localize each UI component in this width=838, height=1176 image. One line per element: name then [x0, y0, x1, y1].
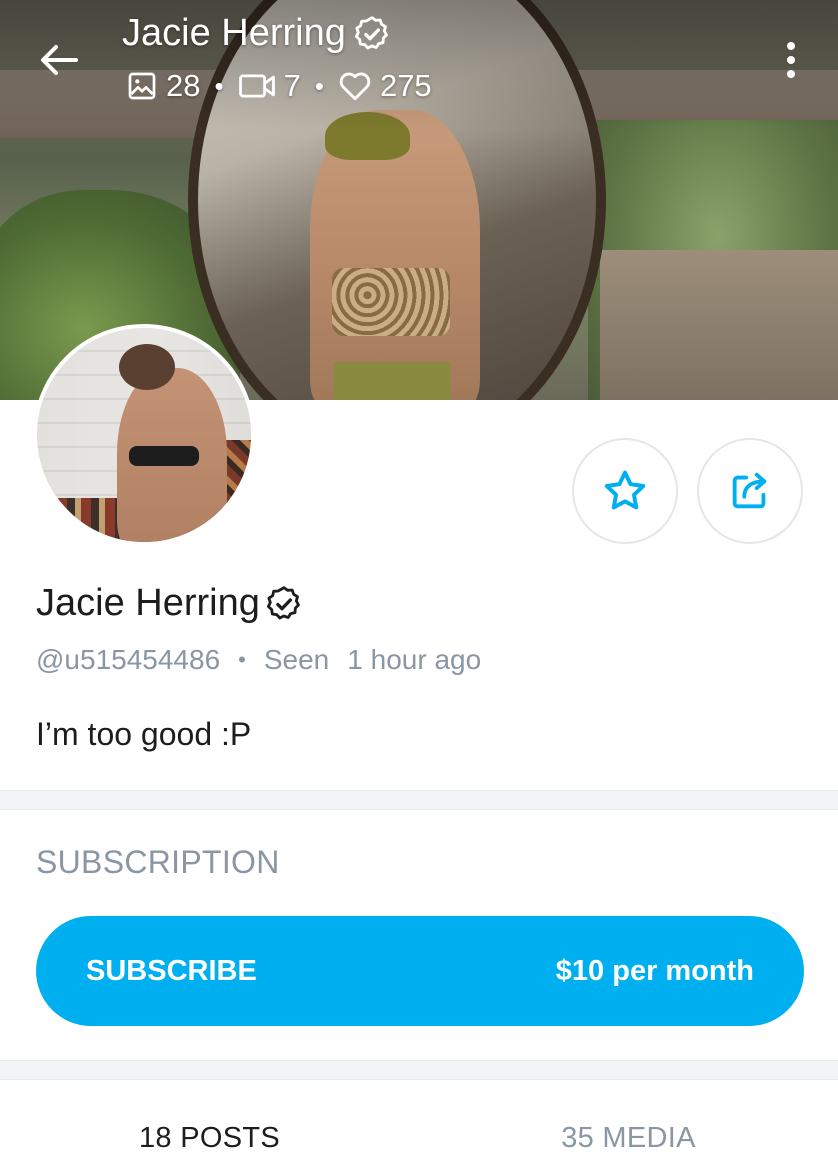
- verified-badge-icon: [354, 15, 388, 49]
- content-tabs: 18 POSTS 35 MEDIA: [0, 1100, 838, 1176]
- back-button[interactable]: [34, 38, 84, 82]
- tab-media[interactable]: 35 MEDIA: [419, 1100, 838, 1176]
- videos-count-value: 7: [283, 68, 301, 103]
- profile-page: Jacie Herring 28 • 7 • 275 Jacie Herring…: [0, 0, 838, 1176]
- share-icon: [732, 472, 767, 509]
- profile-name: Jacie Herring: [36, 582, 304, 625]
- videos-count: 7: [238, 68, 301, 104]
- stats-separator: •: [214, 70, 224, 101]
- stats-separator: •: [314, 70, 324, 101]
- photos-count: 28: [126, 68, 200, 104]
- share-button[interactable]: [697, 438, 803, 544]
- photos-count-value: 28: [166, 68, 201, 103]
- subscribe-label: SUBSCRIBE: [86, 954, 257, 987]
- tab-posts[interactable]: 18 POSTS: [0, 1100, 419, 1176]
- header-stats: 28 • 7 • 275: [126, 68, 432, 104]
- verified-badge-icon: [266, 585, 300, 619]
- likes-count-value: 275: [379, 68, 432, 103]
- username: @u515454486: [36, 644, 221, 675]
- likes-count: 275: [338, 68, 432, 104]
- star-icon: [604, 470, 646, 510]
- subscribe-button[interactable]: SUBSCRIBE $10 per month: [36, 916, 804, 1026]
- more-vertical-icon: [787, 42, 795, 50]
- video-icon: [238, 74, 275, 98]
- header-title: Jacie Herring: [122, 12, 392, 55]
- add-to-favorites-button[interactable]: [572, 438, 678, 544]
- avatar[interactable]: [33, 324, 255, 546]
- profile-bio: I’m too good :P: [36, 716, 252, 752]
- more-options-button[interactable]: [770, 36, 812, 84]
- arrow-left-icon: [41, 45, 78, 75]
- heart-icon: [339, 72, 371, 101]
- meta-separator: •: [238, 647, 246, 672]
- last-seen-time: 1 hour ago: [347, 644, 482, 675]
- profile-meta: @u515454486 • Seen 1 hour ago: [36, 644, 481, 676]
- subscription-section-title: SUBSCRIPTION: [36, 844, 280, 880]
- image-icon: [128, 72, 156, 100]
- section-divider: [0, 1060, 838, 1080]
- profile-name-text: Jacie Herring: [36, 582, 260, 624]
- header-name: Jacie Herring: [122, 12, 346, 54]
- last-seen-label: Seen: [263, 644, 330, 675]
- subscription-price: $10 per month: [555, 954, 754, 987]
- section-divider: [0, 790, 838, 810]
